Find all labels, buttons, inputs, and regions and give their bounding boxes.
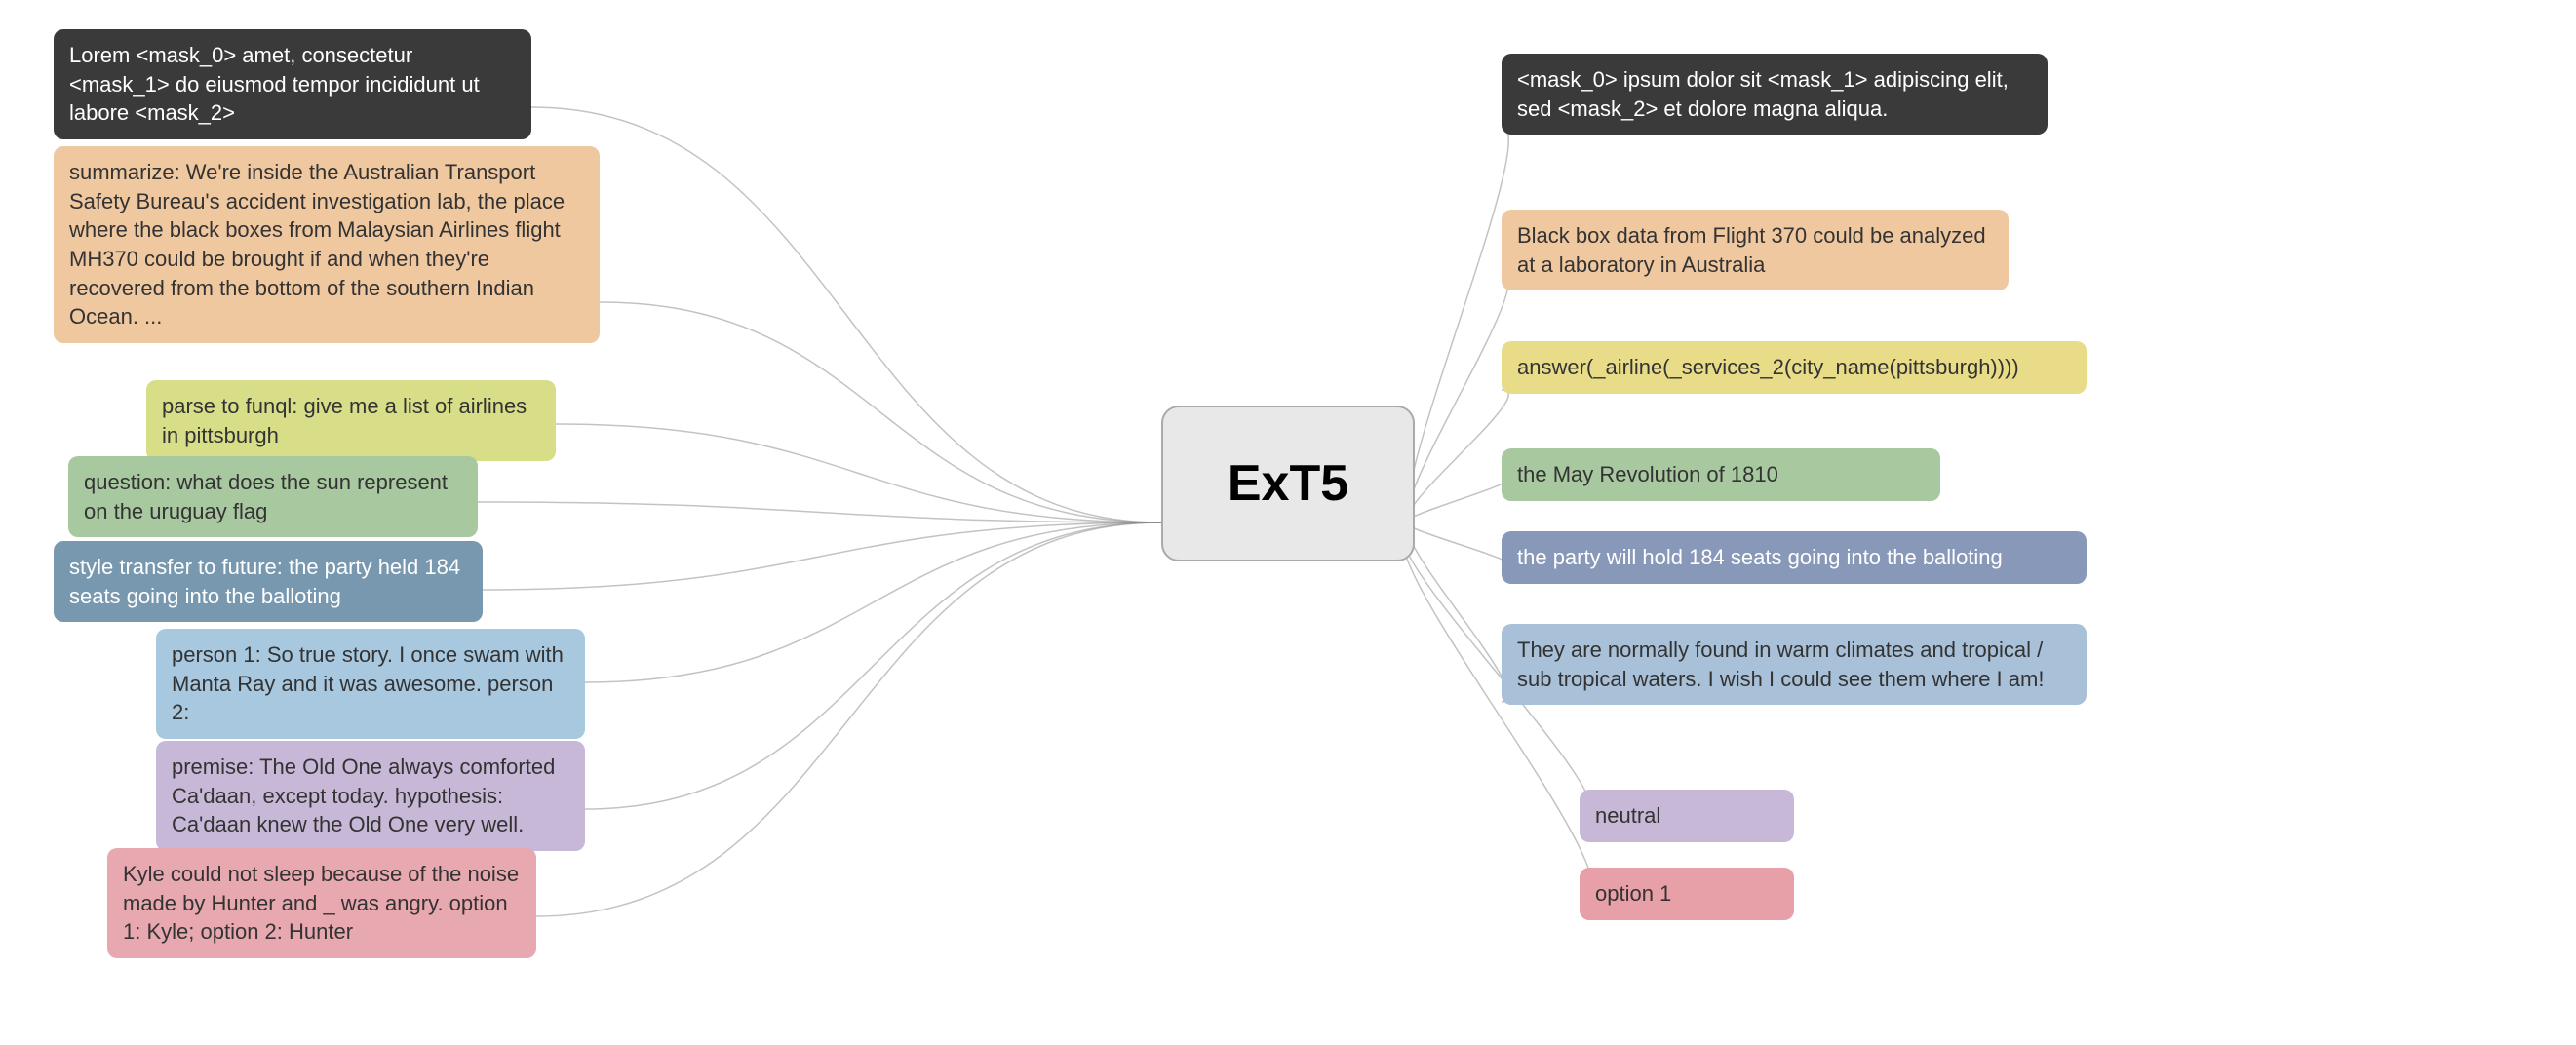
left-node-l4: question: what does the sun represent on… bbox=[68, 456, 478, 537]
right-node-r5: the party will hold 184 seats going into… bbox=[1502, 531, 2087, 584]
right-node-r6: They are normally found in warm climates… bbox=[1502, 624, 2087, 705]
center-node: ExT5 bbox=[1161, 406, 1415, 561]
center-label: ExT5 bbox=[1228, 449, 1348, 518]
right-node-r1: <mask_0> ipsum dolor sit <mask_1> adipis… bbox=[1502, 54, 2048, 135]
right-node-r2: Black box data from Flight 370 could be … bbox=[1502, 210, 2009, 290]
left-node-l6: person 1: So true story. I once swam wit… bbox=[156, 629, 585, 739]
right-node-r7: neutral bbox=[1580, 790, 1794, 842]
left-node-l5: style transfer to future: the party held… bbox=[54, 541, 483, 622]
left-node-l2: summarize: We're inside the Australian T… bbox=[54, 146, 600, 343]
right-node-r3: answer(_airline(_services_2(city_name(pi… bbox=[1502, 341, 2087, 394]
left-node-l8: Kyle could not sleep because of the nois… bbox=[107, 848, 536, 958]
right-node-r4: the May Revolution of 1810 bbox=[1502, 448, 1940, 501]
left-node-l1: Lorem <mask_0> amet, consectetur <mask_1… bbox=[54, 29, 531, 139]
left-node-l7: premise: The Old One always comforted Ca… bbox=[156, 741, 585, 851]
right-node-r8: option 1 bbox=[1580, 868, 1794, 920]
left-node-l3: parse to funql: give me a list of airlin… bbox=[146, 380, 556, 461]
